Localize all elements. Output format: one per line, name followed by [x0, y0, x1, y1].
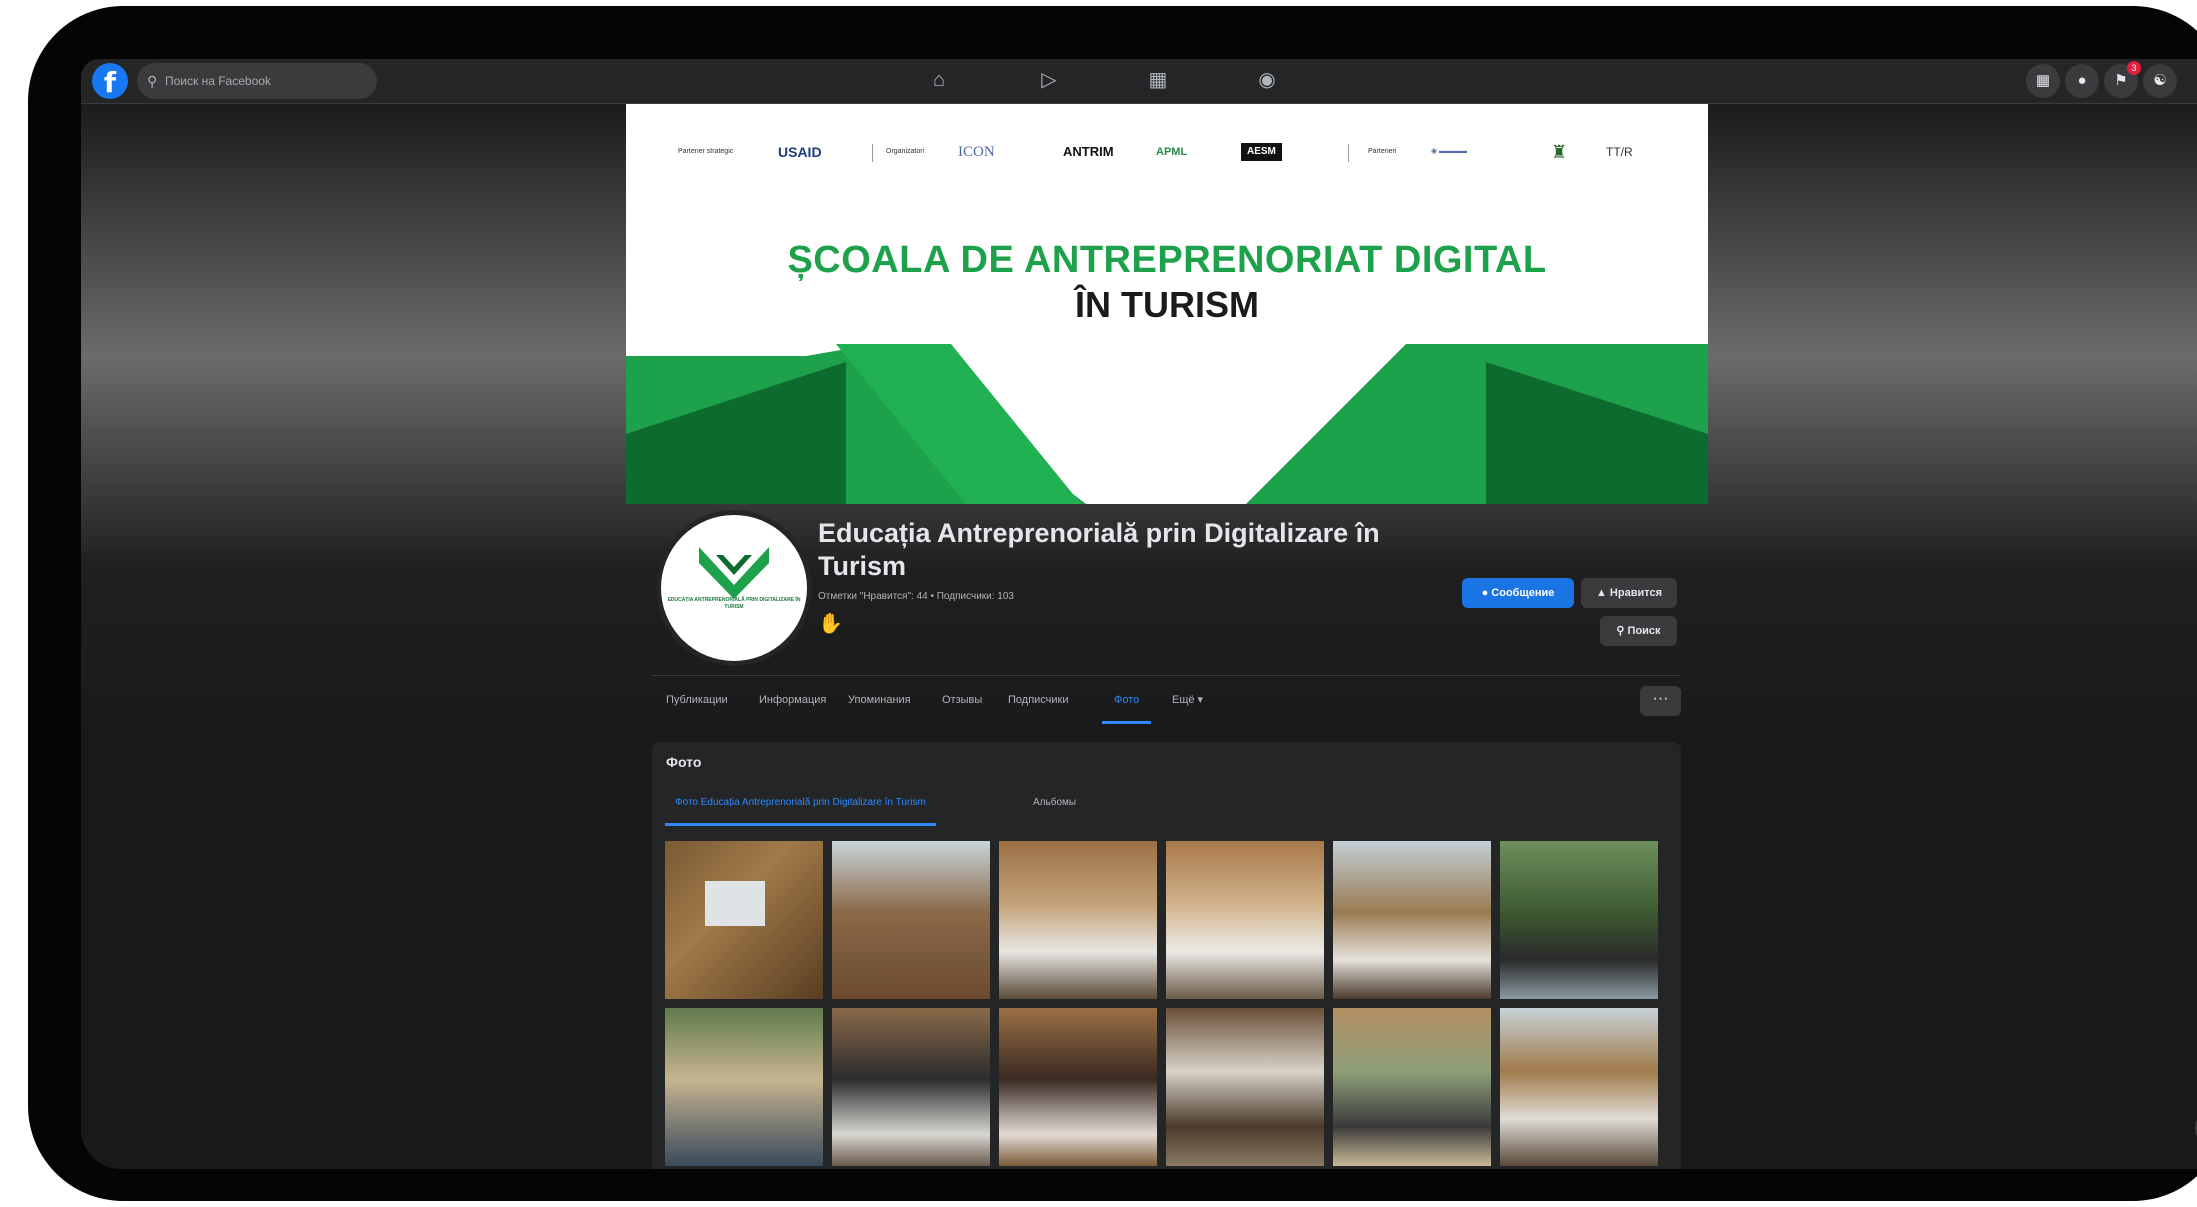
university-logo: ◉ ▬▬▬▬ [1431, 148, 1468, 155]
sponsor-divider [1348, 144, 1349, 162]
tab-reviews[interactable]: Отзывы [942, 676, 982, 724]
tab-posts[interactable]: Публикации [666, 676, 728, 724]
strategic-partner-label: Partener strategic [678, 148, 734, 155]
photo-thumbnail[interactable] [832, 1008, 990, 1166]
message-button[interactable]: ● Сообщение [1462, 578, 1574, 608]
marketplace-icon[interactable]: ▦ [1145, 67, 1171, 93]
tab-followers[interactable]: Подписчики [1008, 676, 1069, 724]
top-navigation-bar: f ⚲ Поиск на Facebook ⌂ ▷ ▦ ◉ ▦ ● ⚑ 3 ☯ [81, 59, 2197, 104]
antrim-logo: ANTRIM [1063, 144, 1114, 159]
photo-detail [705, 881, 765, 926]
account-icon[interactable]: ☯ [2143, 64, 2177, 98]
browser-screen: f ⚲ Поиск на Facebook ⌂ ▷ ▦ ◉ ▦ ● ⚑ 3 ☯ … [81, 59, 2197, 1169]
sponsor-divider [872, 144, 873, 162]
page-title: Educația Antreprenorială prin Digitaliza… [818, 518, 1380, 581]
watch-icon[interactable]: ▷ [1036, 67, 1062, 93]
photo-thumbnail[interactable] [1166, 841, 1324, 999]
photo-thumbnail[interactable] [665, 841, 823, 999]
subtab-page-photos[interactable]: Фото Educația Antreprenorială prin Digit… [665, 780, 936, 826]
gaming-icon[interactable]: ◉ [1254, 67, 1280, 93]
tab-mentions[interactable]: Упоминания [848, 676, 911, 724]
page-search-button[interactable]: ⚲ Поиск [1600, 616, 1677, 646]
cover-title-line-1: ȘCOALA DE ANTREPRENORIAT DIGITAL [787, 239, 1547, 281]
profile-picture[interactable]: EDUCAȚIA ANTREPRENORIALĂ PRIN DIGITALIZA… [656, 510, 812, 666]
aesm-logo: AESM [1241, 143, 1282, 161]
message-button-label: Сообщение [1491, 587, 1555, 599]
partners-label: Parteneri [1368, 148, 1397, 155]
like-button[interactable]: ▲ Нравится [1581, 578, 1677, 608]
search-bar[interactable]: ⚲ Поиск на Facebook [137, 63, 377, 99]
more-options-button[interactable]: ··· [1640, 686, 1681, 716]
thumbs-up-icon: ▲ [1595, 587, 1607, 599]
page-logo [699, 547, 769, 599]
organizers-label: Organizatori [886, 148, 925, 155]
bell-icon[interactable]: ⚑ 3 [2104, 61, 2141, 98]
facebook-logo[interactable]: f [92, 63, 128, 99]
coat-of-arms-logo: ♜ [1551, 142, 1568, 162]
page-search-label: Поиск [1627, 625, 1661, 637]
ttr-logo: TT/R [1606, 145, 1633, 159]
page-logo-text: EDUCAȚIA ANTREPRENORIALĂ PRIN DIGITALIZA… [667, 597, 801, 610]
photo-thumbnail[interactable] [1333, 841, 1491, 999]
photo-thumbnail[interactable] [999, 1008, 1157, 1166]
device-frame: f ⚲ Поиск на Facebook ⌂ ▷ ▦ ◉ ▦ ● ⚑ 3 ☯ … [28, 6, 2197, 1201]
photo-thumbnail[interactable] [665, 1008, 823, 1166]
handshake-icon: ✋ [818, 613, 843, 635]
notification-badge: 3 [2127, 61, 2141, 75]
apl-logo: APML [1156, 146, 1188, 158]
tab-photos[interactable]: Фото [1102, 676, 1152, 724]
home-icon[interactable]: ⌂ [926, 67, 952, 93]
menu-grid-icon[interactable]: ▦ [2026, 64, 2060, 98]
tab-more[interactable]: Ещё ▾ [1172, 676, 1203, 724]
usaid-logo: USAID [778, 144, 822, 160]
photo-thumbnail[interactable] [1500, 1008, 1658, 1166]
photos-title: Фото [666, 754, 702, 770]
photo-thumbnail[interactable] [1166, 1008, 1324, 1166]
photo-thumbnail[interactable] [1500, 841, 1658, 999]
cover-title-line-2: ÎN TURISM [1075, 284, 1259, 325]
page-stats: Отметки "Нравится": 44 • Подписчики: 103 [818, 591, 1014, 602]
messenger-icon[interactable]: ● [2065, 64, 2099, 98]
subtab-albums[interactable]: Альбомы [1033, 780, 1076, 826]
cover-photo[interactable]: Partener strategic USAID Organizatori IC… [626, 104, 1708, 504]
like-button-label: Нравится [1609, 587, 1663, 599]
photo-thumbnail[interactable] [1333, 1008, 1491, 1166]
sponsor-strip: Partener strategic USAID Organizatori IC… [626, 132, 1708, 172]
icon-logo: ICON [958, 144, 995, 160]
photos-card: Фото Фото Educația Antreprenorială prin … [652, 742, 1681, 1169]
page-tabs: Публикации Информация Упоминания Отзывы … [652, 676, 1681, 724]
photo-thumbnail[interactable] [999, 841, 1157, 999]
photo-thumbnail[interactable] [832, 841, 990, 999]
tab-about[interactable]: Информация [759, 676, 826, 724]
search-icon: ⚲ [1616, 625, 1625, 637]
search-icon: ⚲ [147, 73, 158, 89]
